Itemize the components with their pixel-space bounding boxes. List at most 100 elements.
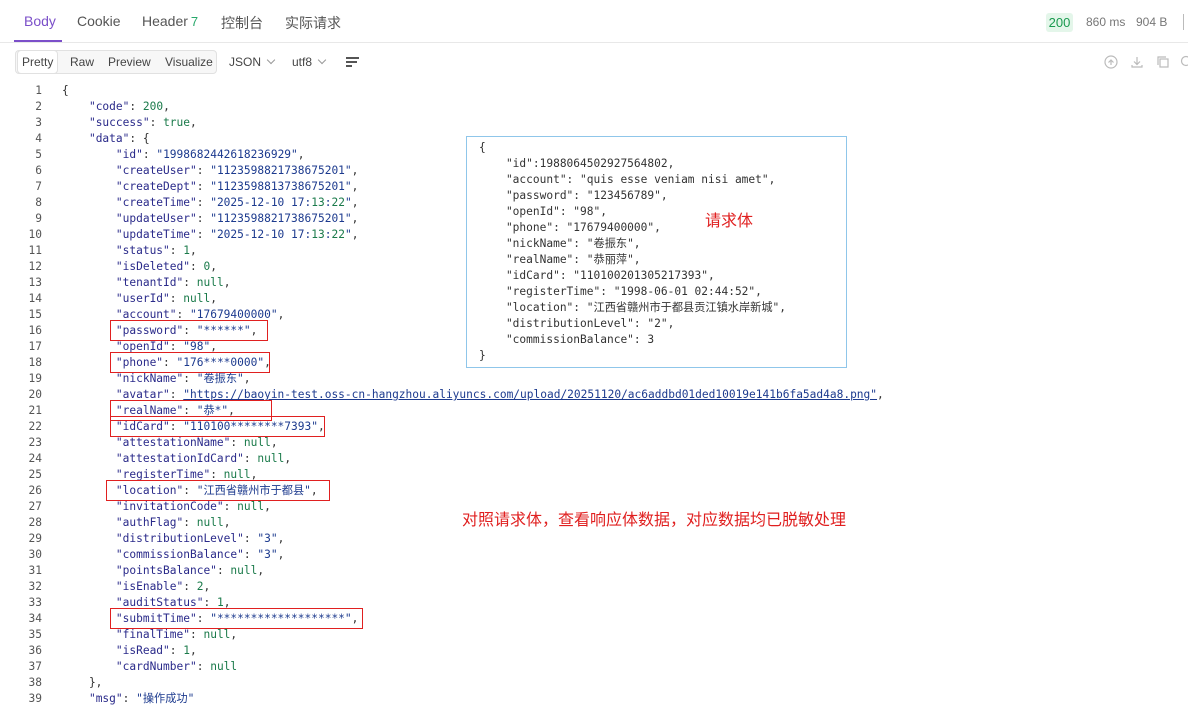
copy-icon[interactable] <box>1156 55 1170 69</box>
code-line: 30 "commissionBalance": "3", <box>0 547 1188 563</box>
request-body-panel: 请求体 { "id":1988064502927564802, "account… <box>466 136 847 368</box>
code-text: "distributionLevel": "3", <box>115 532 285 545</box>
code-text: "commissionBalance": "3", <box>115 548 285 561</box>
code-text: "id": "1998682442618236929", <box>115 148 305 161</box>
line-number: 1 <box>35 84 42 97</box>
code-text: "createDept": "1123598813738675201", <box>115 180 359 193</box>
line-number: 13 <box>28 276 42 289</box>
code-text: "isRead": 1, <box>115 644 197 657</box>
body-toolbar: Pretty Raw Preview Visualize JSON utf8 <box>0 46 1188 78</box>
request-body-line: "phone": "17679400000", <box>479 221 661 234</box>
code-text: "isEnable": 2, <box>115 580 211 593</box>
line-number: 27 <box>28 500 42 513</box>
code-text: "finalTime": null, <box>115 628 238 641</box>
format-value: JSON <box>229 55 262 69</box>
code-text: "cardNumber": null <box>115 660 238 673</box>
request-body-label: 请求体 <box>705 211 754 230</box>
view-preview-button[interactable]: Preview <box>104 51 155 73</box>
line-number: 25 <box>28 468 42 481</box>
masked-field-highlight <box>110 608 363 629</box>
request-body-line: "account": "quis esse veniam nisi amet", <box>479 173 776 186</box>
scroll-top-icon[interactable] <box>1104 55 1118 69</box>
tab-actual-request[interactable]: 实际请求 <box>285 13 341 33</box>
download-icon[interactable] <box>1130 55 1144 69</box>
line-number: 11 <box>28 244 42 257</box>
code-text: "updateTime": "2025-12-10 17:13:22", <box>115 228 359 241</box>
line-number: 16 <box>28 324 42 337</box>
desensitization-annotation: 对照请求体，查看响应体数据，对应数据均已脱敏处理 <box>462 510 847 529</box>
line-number: 31 <box>28 564 42 577</box>
line-number: 10 <box>28 228 42 241</box>
request-body-line: "id":1988064502927564802, <box>479 157 675 170</box>
request-body-line: "commissionBalance": 3 <box>479 333 655 346</box>
search-icon[interactable] <box>1180 55 1188 69</box>
code-text: { <box>62 84 69 97</box>
request-body-line: "nickName": "卷振东", <box>479 237 641 250</box>
code-text: "createTime": "2025-12-10 17:13:22", <box>115 196 359 209</box>
code-text: "status": 1, <box>115 244 197 257</box>
line-number: 29 <box>28 532 42 545</box>
panel-edge <box>1183 14 1184 30</box>
encoding-dropdown[interactable]: utf8 <box>292 55 327 69</box>
line-number: 2 <box>35 100 42 113</box>
line-number: 34 <box>28 612 42 625</box>
code-text: "createUser": "1123598821738675201", <box>115 164 359 177</box>
line-number: 39 <box>28 692 42 705</box>
view-mode-group: Pretty Raw Preview Visualize <box>15 50 217 74</box>
code-text: "invitationCode": null, <box>115 500 271 513</box>
code-line: 37 "cardNumber": null <box>0 659 1188 675</box>
view-pretty-button[interactable]: Pretty <box>18 51 58 73</box>
request-body-line: "idCard": "110100201305217393", <box>479 269 715 282</box>
line-number: 12 <box>28 260 42 273</box>
format-dropdown[interactable]: JSON <box>229 55 276 69</box>
request-body-line: "openId": "98", <box>479 205 607 218</box>
code-line: 3 "success": true, <box>0 115 1188 131</box>
tab-header-count: 7 <box>190 14 199 29</box>
request-body-line: "realName": "恭丽萍", <box>479 253 641 266</box>
line-number: 15 <box>28 308 42 321</box>
code-text: "data": { <box>88 132 150 145</box>
word-wrap-icon[interactable] <box>346 56 360 68</box>
response-size: 904 B <box>1136 15 1168 29</box>
response-tabbar: Body Cookie Header 7 控制台 实际请求 200 860 ms … <box>0 0 1188 43</box>
code-line: 1{ <box>0 83 1188 99</box>
line-number: 37 <box>28 660 42 673</box>
tab-cookie[interactable]: Cookie <box>77 13 121 29</box>
code-line: 35 "finalTime": null, <box>0 627 1188 643</box>
line-number: 6 <box>35 164 42 177</box>
masked-field-highlight <box>110 416 325 437</box>
code-text: "nickName": "卷振东", <box>115 372 251 385</box>
line-number: 22 <box>28 420 42 433</box>
line-number: 7 <box>35 180 42 193</box>
view-visualize-button[interactable]: Visualize <box>161 51 217 73</box>
tab-header[interactable]: Header 7 <box>142 13 198 29</box>
request-body-line: "location": "江西省赣州市于都县贡江镇水岸新城", <box>479 301 786 314</box>
masked-field-highlight <box>110 320 268 341</box>
request-body-line: "password": "123456789", <box>479 189 668 202</box>
code-text: "attestationIdCard": null, <box>115 452 292 465</box>
request-body-line: { <box>479 141 486 154</box>
code-line: 39 "msg": "操作成功" <box>0 691 1188 707</box>
line-number: 32 <box>28 580 42 593</box>
line-number: 20 <box>28 388 42 401</box>
code-line: 38 }, <box>0 675 1188 691</box>
code-text: "msg": "操作成功" <box>88 692 195 705</box>
code-text: "userId": null, <box>115 292 217 305</box>
line-number: 17 <box>28 340 42 353</box>
line-number: 30 <box>28 548 42 561</box>
line-number: 9 <box>35 212 42 225</box>
code-text: }, <box>62 676 103 689</box>
line-number: 33 <box>28 596 42 609</box>
code-line: 23 "attestationName": null, <box>0 435 1188 451</box>
tab-console[interactable]: 控制台 <box>221 13 263 33</box>
active-tab-indicator <box>14 40 62 42</box>
code-text: "tenantId": null, <box>115 276 231 289</box>
tab-body[interactable]: Body <box>24 13 56 29</box>
line-number: 18 <box>28 356 42 369</box>
code-line: 29 "distributionLevel": "3", <box>0 531 1188 547</box>
line-number: 14 <box>28 292 42 305</box>
view-raw-button[interactable]: Raw <box>66 51 98 73</box>
code-line: 31 "pointsBalance": null, <box>0 563 1188 579</box>
line-number: 19 <box>28 372 42 385</box>
code-line: 24 "attestationIdCard": null, <box>0 451 1188 467</box>
